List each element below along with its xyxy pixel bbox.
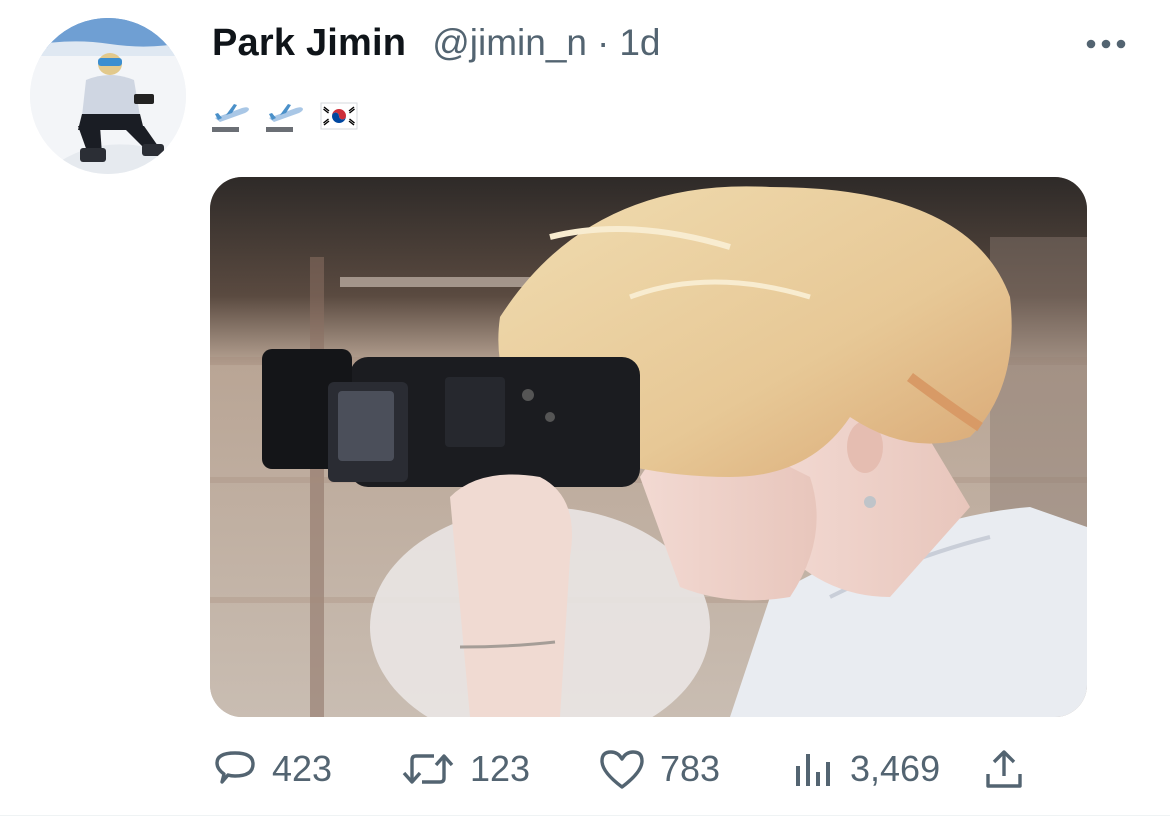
- tweet-header: Park Jimin @jimin_n · 1d: [212, 22, 660, 68]
- retweet-arrows-icon: [400, 746, 456, 792]
- avatar-image: [30, 18, 186, 174]
- views-count: 3,469: [850, 748, 941, 789]
- retweet-count: 123: [470, 748, 531, 789]
- timestamp[interactable]: 1d: [619, 22, 660, 64]
- tweet: Park Jimin @jimin_n · 1d 423 123 783 3,4…: [0, 0, 1170, 819]
- tweet-text: [212, 96, 358, 136]
- airplane-departure-icon: [266, 104, 303, 132]
- reply-count: 423: [272, 748, 333, 789]
- speech-bubble-icon: [212, 746, 258, 792]
- tweet-photo: [210, 177, 1087, 717]
- reply-button[interactable]: 423: [212, 742, 332, 796]
- handle[interactable]: @jimin_n: [432, 22, 587, 64]
- south-korea-flag-icon: [320, 102, 358, 130]
- airplane-departure-icon: [212, 104, 249, 132]
- like-count: 783: [660, 748, 721, 789]
- views-button[interactable]: 3,469: [792, 742, 940, 796]
- heart-icon: [598, 746, 646, 792]
- separator-dot: ·: [597, 22, 610, 63]
- avatar[interactable]: [30, 18, 186, 174]
- share-upload-icon: [982, 746, 1026, 792]
- divider: [0, 815, 1170, 816]
- more-horizontal-icon: [1086, 39, 1126, 49]
- tweet-media[interactable]: [210, 177, 1087, 717]
- bar-chart-icon: [792, 746, 836, 792]
- share-button[interactable]: [982, 742, 1026, 796]
- tweet-actions: 423 123 783 3,469: [212, 742, 1042, 796]
- like-button[interactable]: 783: [598, 742, 720, 796]
- retweet-button[interactable]: 123: [400, 742, 530, 796]
- more-button[interactable]: [1082, 30, 1130, 58]
- display-name[interactable]: Park Jimin: [212, 22, 406, 65]
